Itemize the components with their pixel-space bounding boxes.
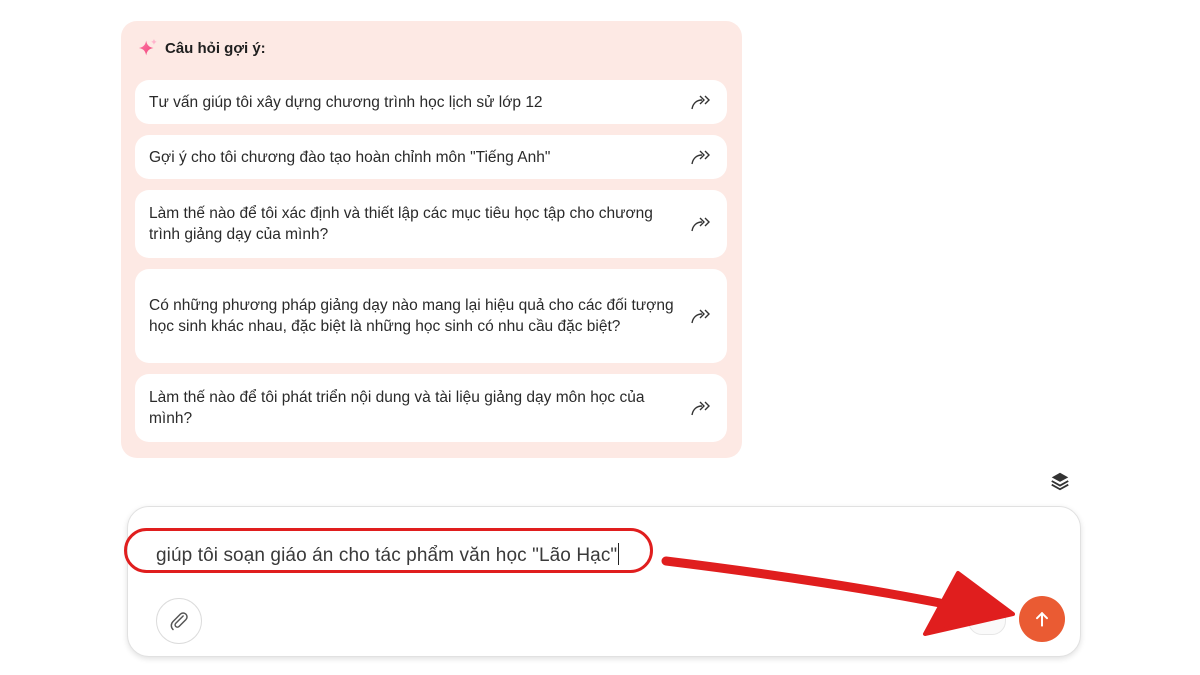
suggested-questions-title: Câu hỏi gợi ý:: [165, 39, 266, 57]
suggestion-text: Có những phương pháp giảng dạy nào mang …: [149, 297, 674, 335]
layers-icon[interactable]: [1049, 470, 1071, 492]
message-input-value: giúp tôi soạn giáo án cho tác phẩm văn h…: [156, 545, 618, 566]
suggestion-text: Tư vấn giúp tôi xây dựng chương trình họ…: [149, 93, 543, 111]
suggestion-text: Gợi ý cho tôi chương đào tạo hoàn chỉnh …: [149, 148, 551, 166]
paperclip-icon: [170, 612, 188, 631]
arrow-up-icon: [1036, 612, 1048, 627]
forward-arrow-icon: [691, 217, 710, 232]
suggestion-item[interactable]: Có những phương pháp giảng dạy nào mang …: [135, 269, 727, 363]
suggestion-item[interactable]: Làm thế nào để tôi phát triển nội dung v…: [135, 374, 727, 442]
send-button[interactable]: [1019, 596, 1065, 642]
message-composer: giúp tôi soạn giáo án cho tác phẩm văn h…: [124, 506, 1081, 657]
text-caret: [618, 543, 620, 565]
suggestion-text: Làm thế nào để tôi xác định và thiết lập…: [149, 205, 653, 243]
chat-page: Câu hỏi gợi ý: Tư vấn giúp tôi xây dựng …: [0, 0, 1200, 675]
suggestion-item[interactable]: Gợi ý cho tôi chương đào tạo hoàn chỉnh …: [135, 135, 727, 179]
suggestion-item[interactable]: Làm thế nào để tôi xác định và thiết lập…: [135, 190, 727, 258]
sparkle-icon: [138, 38, 157, 56]
forward-arrow-icon: [691, 309, 710, 324]
forward-arrow-icon: [691, 95, 710, 110]
suggestion-item[interactable]: Tư vấn giúp tôi xây dựng chương trình họ…: [135, 80, 727, 124]
attach-file-button[interactable]: [156, 598, 202, 644]
suggested-questions-header: Câu hỏi gợi ý:: [137, 37, 266, 59]
forward-arrow-icon: [691, 401, 710, 416]
secondary-control: [968, 603, 1006, 635]
message-input[interactable]: giúp tôi soạn giáo án cho tác phẩm văn h…: [156, 543, 620, 567]
forward-arrow-icon: [691, 150, 710, 165]
suggested-questions-panel: Câu hỏi gợi ý: Tư vấn giúp tôi xây dựng …: [121, 21, 742, 458]
suggestion-text: Làm thế nào để tôi phát triển nội dung v…: [149, 389, 645, 427]
